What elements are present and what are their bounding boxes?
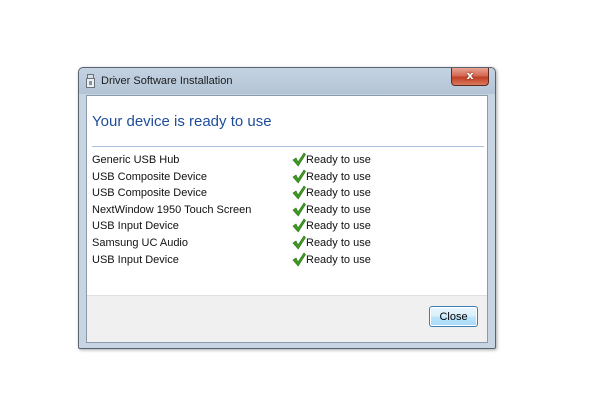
device-name: Samsung UC Audio <box>92 236 188 249</box>
green-checkmark-icon <box>292 235 306 250</box>
device-name: USB Composite Device <box>92 170 207 183</box>
device-name: NextWindow 1950 Touch Screen <box>92 203 252 216</box>
list-item: NextWindow 1950 Touch Screen Ready to us… <box>92 202 472 219</box>
device-name: USB Input Device <box>92 220 179 233</box>
list-item: Samsung UC Audio Ready to use <box>92 235 472 252</box>
device-name: USB Composite Device <box>92 187 207 200</box>
content-area: Your device is ready to use Generic USB … <box>86 95 488 343</box>
status-text: Ready to use <box>306 220 371 233</box>
green-checkmark-icon <box>292 218 306 233</box>
device-list: Generic USB Hub Ready to use USB Composi… <box>92 152 472 268</box>
page: Driver Software Installation x Your devi… <box>0 0 600 400</box>
green-checkmark-icon <box>292 152 306 167</box>
divider <box>92 146 484 147</box>
status-text: Ready to use <box>306 154 371 166</box>
close-icon: x <box>466 69 474 82</box>
status-text: Ready to use <box>306 187 371 200</box>
green-checkmark-icon <box>292 252 306 267</box>
green-checkmark-icon <box>292 169 306 184</box>
green-checkmark-icon <box>292 202 306 217</box>
page-title: Your device is ready to use <box>92 113 272 130</box>
status-text: Ready to use <box>306 203 371 216</box>
status-text: Ready to use <box>306 236 371 249</box>
device-name: USB Input Device <box>92 253 179 266</box>
status-text: Ready to use <box>306 170 371 183</box>
green-checkmark-icon <box>292 185 306 200</box>
device-name: Generic USB Hub <box>92 154 180 166</box>
status-text: Ready to use <box>306 253 371 266</box>
button-bar: Close <box>87 295 487 342</box>
list-item: USB Input Device Ready to use <box>92 252 472 269</box>
list-item: USB Composite Device Ready to use <box>92 185 472 202</box>
close-button[interactable]: Close <box>429 306 478 327</box>
window-title: Driver Software Installation <box>101 75 233 87</box>
list-item: Generic USB Hub Ready to use <box>92 152 472 169</box>
title-bar[interactable]: Driver Software Installation x <box>79 68 495 94</box>
list-item: USB Composite Device Ready to use <box>92 169 472 186</box>
usb-device-icon <box>86 74 95 88</box>
window-close-button[interactable]: x <box>451 68 489 86</box>
driver-install-window: Driver Software Installation x Your devi… <box>78 67 496 349</box>
list-item: USB Input Device Ready to use <box>92 218 472 235</box>
